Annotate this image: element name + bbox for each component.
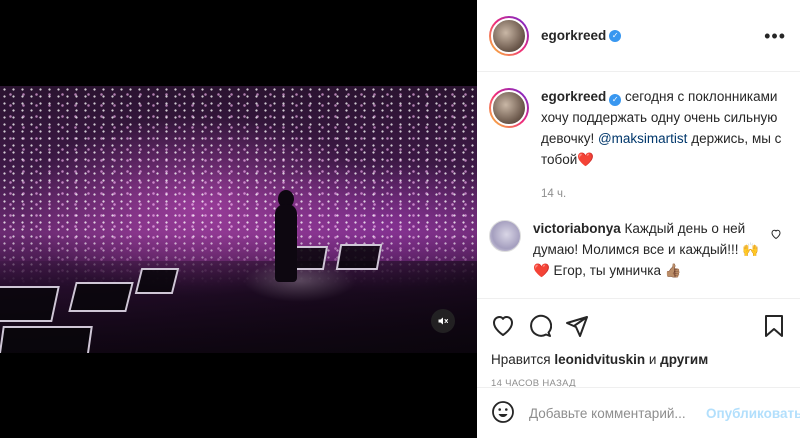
stage-monitor-speaker bbox=[134, 268, 180, 294]
post-details-pane: egorkreed ✓ ••• egorkreed ✓ сегодня с пок… bbox=[477, 0, 800, 438]
emoji-icon[interactable] bbox=[491, 400, 515, 427]
commenter-avatar[interactable] bbox=[489, 220, 521, 252]
action-bar bbox=[477, 298, 800, 352]
caption: egorkreed ✓ сегодня с поклонниками хочу п… bbox=[489, 86, 786, 205]
share-icon[interactable] bbox=[565, 314, 589, 338]
comment-item: victoriabonya Каждый день о ней думаю! М… bbox=[489, 218, 786, 281]
publish-button[interactable]: Опубликовать bbox=[706, 406, 800, 421]
heart-icon[interactable] bbox=[491, 314, 515, 338]
comments-section: egorkreed ✓ сегодня с поклонниками хочу п… bbox=[477, 72, 800, 298]
caption-author-avatar[interactable] bbox=[489, 88, 529, 128]
add-comment-bar: Опубликовать bbox=[477, 387, 800, 438]
bookmark-icon[interactable] bbox=[762, 314, 786, 338]
stage-monitor-speaker bbox=[335, 244, 383, 270]
comment-icon[interactable] bbox=[528, 314, 552, 338]
comment-heart-icon[interactable] bbox=[770, 228, 786, 243]
verified-badge-icon: ✓ bbox=[609, 93, 622, 106]
commenter-username[interactable]: victoriabonya bbox=[533, 221, 621, 236]
others-link[interactable]: другим bbox=[660, 352, 708, 367]
stage-monitor-speaker bbox=[0, 286, 60, 322]
caption-time[interactable]: 14 ч. bbox=[541, 184, 786, 205]
post-header: egorkreed ✓ ••• bbox=[477, 0, 800, 72]
comment-input[interactable] bbox=[529, 405, 706, 421]
likes-summary: Нравится leonidvituskin и другим bbox=[477, 352, 800, 374]
instagram-post: egorkreed ✓ ••• egorkreed ✓ сегодня с пок… bbox=[0, 0, 800, 438]
caption-mention-link[interactable]: @maksimartist bbox=[598, 131, 687, 146]
stage-monitor-speaker bbox=[0, 326, 93, 353]
performer bbox=[275, 204, 297, 282]
more-options-icon[interactable]: ••• bbox=[764, 27, 786, 45]
speaker-muted-icon[interactable] bbox=[431, 309, 455, 333]
post-video[interactable] bbox=[0, 86, 477, 353]
likes-prefix: Нравится bbox=[491, 352, 555, 367]
stage-monitor-speaker bbox=[68, 282, 134, 312]
author-username[interactable]: egorkreed bbox=[541, 28, 606, 43]
media-pane bbox=[0, 0, 477, 438]
liker-username[interactable]: leonidvituskin bbox=[554, 352, 645, 367]
verified-badge-icon: ✓ bbox=[609, 29, 622, 42]
likes-suffix: и bbox=[645, 352, 661, 367]
red-heart-emoji: ❤️ bbox=[577, 152, 595, 167]
author-avatar[interactable] bbox=[489, 15, 529, 56]
caption-username[interactable]: egorkreed bbox=[541, 89, 606, 104]
